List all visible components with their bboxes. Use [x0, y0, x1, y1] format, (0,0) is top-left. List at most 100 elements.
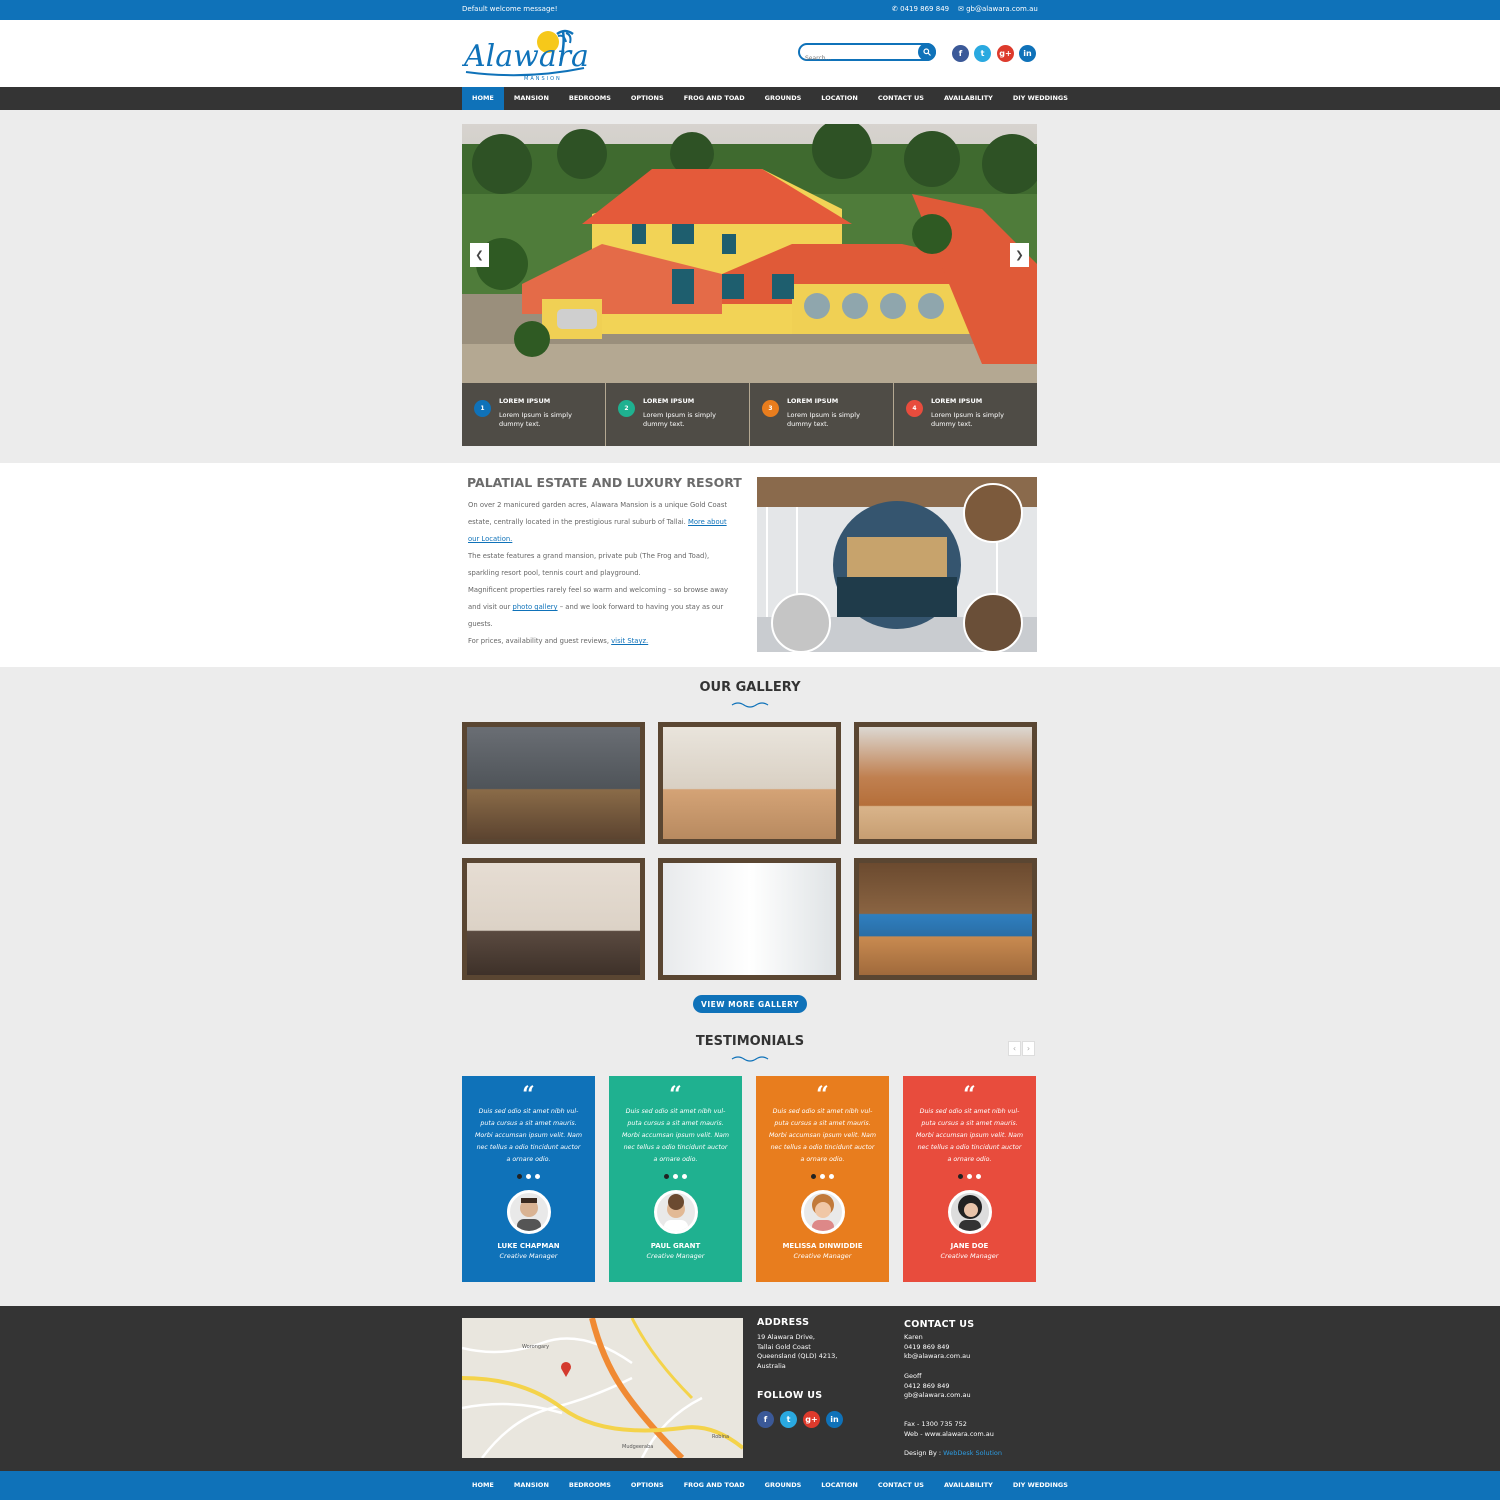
footer-nav-location[interactable]: LOCATION: [811, 1471, 868, 1500]
search-input[interactable]: [800, 51, 910, 66]
nav-mansion[interactable]: MANSION: [504, 87, 559, 110]
nav-home[interactable]: HOME: [462, 87, 504, 110]
footer-nav-contact-us[interactable]: CONTACT US: [868, 1471, 934, 1500]
quote-icon: “: [963, 1082, 976, 1108]
top-phone-text: 0419 869 849: [900, 5, 950, 13]
gallery-item[interactable]: [658, 722, 841, 844]
gallery-item[interactable]: [854, 858, 1037, 980]
facebook-icon[interactable]: f: [757, 1411, 774, 1428]
mail-icon: ✉: [958, 5, 964, 13]
chevron-right-icon: ❯: [1015, 249, 1024, 261]
top-phone[interactable]: ✆ 0419 869 849: [892, 5, 949, 13]
feature-title: LOREM IPSUM: [643, 397, 695, 405]
footer-nav-bedrooms[interactable]: BEDROOMS: [559, 1471, 621, 1500]
testimonial-card: “ Duis sed odio sit amet nibh vul-puta c…: [903, 1076, 1036, 1282]
address-text: 19 Alawara Drive, Tallai Gold Coast Queens…: [757, 1333, 838, 1371]
twitter-icon[interactable]: t: [780, 1411, 797, 1428]
site-header: Alawara MANSION f t g+ in: [0, 20, 1500, 87]
feature-desc: Lorem Ipsum is simply dummy text.: [643, 411, 716, 428]
map-label: Robina: [712, 1434, 729, 1440]
footer-nav-diy-weddings[interactable]: DIY WEDDINGS: [1003, 1471, 1078, 1500]
feature-desc: Lorem Ipsum is simply dummy text.: [787, 411, 860, 428]
search-box: [798, 43, 936, 66]
gallery-title: OUR GALLERY: [699, 680, 801, 695]
twitter-icon[interactable]: t: [974, 45, 991, 62]
footer-nav-frog-and-toad[interactable]: FROG AND TOAD: [674, 1471, 755, 1500]
google-plus-icon[interactable]: g+: [997, 45, 1014, 62]
site-logo[interactable]: Alawara MANSION: [461, 26, 590, 82]
nav-grounds[interactable]: GROUNDS: [755, 87, 812, 110]
feature-number: 1: [474, 400, 491, 417]
top-bar: Default welcome message! ✆ 0419 869 849 …: [0, 0, 1500, 20]
footer-nav-availability[interactable]: AVAILABILITY: [934, 1471, 1003, 1500]
map-label: Worongary: [522, 1344, 549, 1350]
avatar: [948, 1190, 992, 1234]
designer-link[interactable]: WebDesk Solution: [943, 1449, 1002, 1457]
footer-nav: HOME MANSION BEDROOMS OPTIONS FROG AND T…: [0, 1471, 1500, 1500]
about-collage-image: [757, 477, 1037, 652]
nav-bedrooms[interactable]: BEDROOMS: [559, 87, 621, 110]
testimonial-dots[interactable]: [462, 1174, 595, 1179]
contact-title: CONTACT US: [904, 1319, 975, 1330]
footer-nav-home[interactable]: HOME: [462, 1471, 504, 1500]
svg-text:MANSION: MANSION: [524, 76, 562, 82]
top-email[interactable]: ✉ gb@alawara.com.au: [958, 5, 1038, 13]
facebook-icon[interactable]: f: [952, 45, 969, 62]
footer-nav-options[interactable]: OPTIONS: [621, 1471, 674, 1500]
gallery-item[interactable]: [462, 722, 645, 844]
testimonial-dots[interactable]: [903, 1174, 1036, 1179]
feature-card[interactable]: 1 LOREM IPSUM Lorem Ipsum is simply dumm…: [462, 383, 605, 446]
search-button[interactable]: [918, 43, 936, 61]
nav-availability[interactable]: AVAILABILITY: [934, 87, 1003, 110]
google-plus-icon[interactable]: g+: [803, 1411, 820, 1428]
testimonial-card: “ Duis sed odio sit amet nibh vul-puta c…: [462, 1076, 595, 1282]
view-more-gallery-button[interactable]: VIEW MORE GALLERY: [693, 995, 807, 1013]
location-map[interactable]: Mudgeeraba Robina Worongary: [462, 1318, 743, 1458]
linkedin-icon[interactable]: in: [826, 1411, 843, 1428]
avatar: [801, 1190, 845, 1234]
testimonial-name: LUKE CHAPMAN: [497, 1242, 560, 1250]
gallery-item[interactable]: [462, 858, 645, 980]
top-email-text: gb@alawara.com.au: [966, 5, 1038, 13]
phone-icon: ✆: [892, 5, 898, 13]
slider-next-button[interactable]: ❯: [1010, 243, 1029, 267]
testimonial-dots[interactable]: [609, 1174, 742, 1179]
nav-location[interactable]: LOCATION: [811, 87, 868, 110]
testimonial-card: “ Duis sed odio sit amet nibh vul-puta c…: [756, 1076, 889, 1282]
stayz-link[interactable]: visit Stayz.: [611, 637, 648, 645]
feature-card[interactable]: 3 LOREM IPSUM Lorem Ipsum is simply dumm…: [750, 383, 893, 446]
ornament-icon: [731, 1056, 769, 1062]
nav-diy-weddings[interactable]: DIY WEDDINGS: [1003, 87, 1078, 110]
welcome-message: Default welcome message!: [462, 5, 558, 13]
testimonial-role: Creative Manager: [940, 1252, 999, 1260]
feature-number: 2: [618, 400, 635, 417]
testimonials-next-button[interactable]: ›: [1022, 1041, 1035, 1056]
testimonials-prev-button[interactable]: ‹: [1008, 1041, 1021, 1056]
feature-title: LOREM IPSUM: [787, 397, 839, 405]
feature-desc: Lorem Ipsum is simply dummy text.: [499, 411, 572, 428]
feature-card[interactable]: 2 LOREM IPSUM Lorem Ipsum is simply dumm…: [606, 383, 749, 446]
testimonial-quote: Duis sed odio sit amet nibh vul-puta cur…: [474, 1108, 583, 1163]
feature-number: 3: [762, 400, 779, 417]
testimonial-dots[interactable]: [756, 1174, 889, 1179]
gallery-item[interactable]: [854, 722, 1037, 844]
testimonial-quote: Duis sed odio sit amet nibh vul-puta cur…: [915, 1108, 1024, 1163]
nav-contact-us[interactable]: CONTACT US: [868, 87, 934, 110]
slider-prev-button[interactable]: ❮: [470, 243, 489, 267]
testimonial-role: Creative Manager: [646, 1252, 705, 1260]
footer-nav-grounds[interactable]: GROUNDS: [755, 1471, 812, 1500]
linkedin-icon[interactable]: in: [1019, 45, 1036, 62]
quote-icon: “: [669, 1082, 682, 1108]
testimonial-quote: Duis sed odio sit amet nibh vul-puta cur…: [621, 1108, 730, 1163]
photo-gallery-link[interactable]: photo gallery: [513, 603, 558, 611]
footer-nav-mansion[interactable]: MANSION: [504, 1471, 559, 1500]
gallery-item[interactable]: [658, 858, 841, 980]
chevron-left-icon: ❮: [475, 249, 484, 261]
feature-card[interactable]: 4 LOREM IPSUM Lorem Ipsum is simply dumm…: [894, 383, 1037, 446]
feature-title: LOREM IPSUM: [931, 397, 983, 405]
nav-frog-and-toad[interactable]: FROG AND TOAD: [674, 87, 755, 110]
chevron-right-icon: ›: [1026, 1044, 1031, 1053]
avatar: [654, 1190, 698, 1234]
nav-options[interactable]: OPTIONS: [621, 87, 674, 110]
about-text: On over 2 manicured garden acres, Alawar…: [468, 501, 729, 645]
